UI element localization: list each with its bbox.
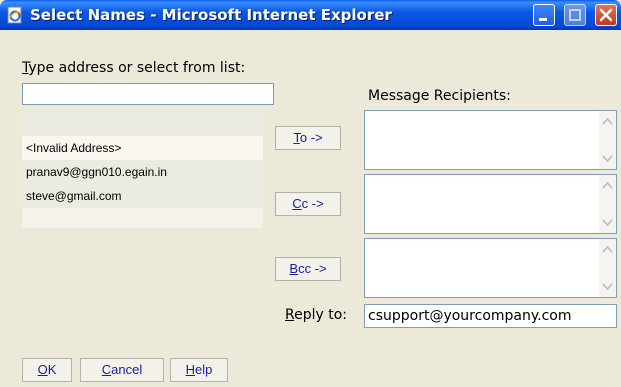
- bcc-scrollbar[interactable]: [599, 239, 616, 297]
- to-recipients-box[interactable]: [364, 110, 617, 170]
- bcc-button-mnemonic: B: [289, 261, 299, 276]
- list-item[interactable]: pranav9@ggn010.egain.in: [22, 160, 263, 184]
- cc-button-label: c ->: [301, 196, 324, 211]
- cc-button[interactable]: Cc ->: [275, 192, 341, 216]
- title-bar[interactable]: Select Names - Microsoft Internet Explor…: [0, 0, 621, 30]
- cc-button-mnemonic: C: [292, 196, 302, 211]
- address-list[interactable]: <Invalid Address> pranav9@ggn010.egain.i…: [22, 112, 263, 228]
- maximize-icon: [569, 9, 581, 21]
- search-label: Type address or select from list:: [22, 60, 245, 76]
- recipients-label: Message Recipients:: [368, 88, 511, 104]
- reply-to-label-text: eply to:: [294, 307, 348, 323]
- help-button[interactable]: Help: [170, 358, 228, 382]
- help-button-label: elp: [195, 362, 213, 377]
- cancel-button-mnemonic: C: [101, 362, 112, 377]
- scroll-up-icon[interactable]: [599, 113, 616, 130]
- search-input[interactable]: [22, 83, 274, 105]
- to-scrollbar[interactable]: [599, 111, 616, 169]
- scroll-up-icon[interactable]: [599, 177, 616, 194]
- scroll-down-icon[interactable]: [599, 214, 616, 231]
- scroll-down-icon[interactable]: [599, 278, 616, 295]
- reply-to-mnemonic: R: [285, 307, 295, 323]
- list-item[interactable]: <Invalid Address>: [22, 136, 263, 160]
- cc-recipients-box[interactable]: [364, 174, 617, 234]
- scroll-down-icon[interactable]: [599, 150, 616, 167]
- select-names-window: Select Names - Microsoft Internet Explor…: [0, 0, 621, 387]
- minimize-button[interactable]: [533, 4, 555, 26]
- to-button[interactable]: To ->: [275, 126, 341, 150]
- bcc-button-label: cc ->: [298, 261, 327, 276]
- close-button[interactable]: [595, 4, 617, 26]
- to-button-label: o ->: [299, 130, 323, 145]
- window-title: Select Names - Microsoft Internet Explor…: [30, 6, 392, 24]
- ok-button-mnemonic: O: [37, 362, 48, 377]
- ie-page-icon: [7, 6, 22, 24]
- list-item[interactable]: steve@gmail.com: [22, 184, 263, 208]
- cancel-button[interactable]: Cancel: [80, 358, 164, 382]
- ok-button[interactable]: OK: [22, 358, 72, 382]
- scroll-up-icon[interactable]: [599, 241, 616, 258]
- cancel-button-label: ancel: [111, 362, 143, 377]
- reply-to-input[interactable]: [364, 304, 617, 328]
- help-button-mnemonic: H: [185, 362, 196, 377]
- search-label-text: ype address or select from list:: [28, 60, 246, 76]
- ok-button-label: K: [47, 362, 57, 377]
- reply-to-label: Reply to:: [285, 307, 347, 323]
- close-icon: [599, 8, 613, 22]
- bcc-recipients-box[interactable]: [364, 238, 617, 298]
- maximize-button: [564, 4, 586, 26]
- bcc-button[interactable]: Bcc ->: [275, 257, 341, 281]
- list-item[interactable]: [22, 112, 263, 136]
- minimize-icon: [539, 18, 547, 21]
- cc-scrollbar[interactable]: [599, 175, 616, 233]
